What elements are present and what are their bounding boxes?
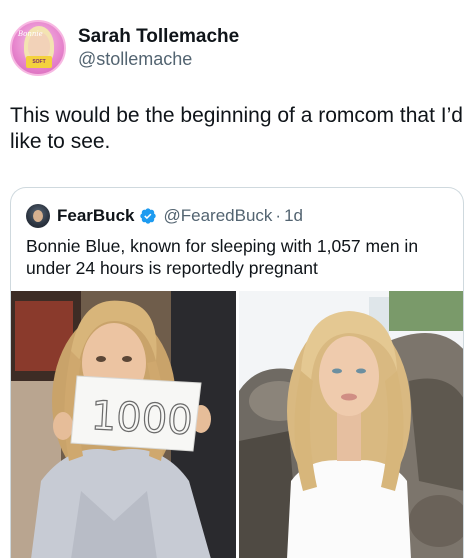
quoted-author-display-name[interactable]: FearBuck — [57, 206, 134, 226]
tweet-header: Bonnie SOFT Sarah Tollemache @stollemach… — [10, 20, 239, 76]
author-avatar[interactable]: Bonnie SOFT — [10, 20, 66, 76]
tweet-text: This would be the beginning of a romcom … — [10, 104, 463, 153]
quoted-tweet-header: FearBuck @FearedBuck · 1d — [26, 204, 303, 228]
quoted-tweet-text: Bonnie Blue, known for sleeping with 1,0… — [26, 236, 419, 278]
author-handle[interactable]: @stollemache — [78, 48, 239, 70]
tweet[interactable]: Bonnie SOFT Sarah Tollemache @stollemach… — [0, 0, 474, 558]
sign-text: 1000 — [90, 393, 194, 444]
media-grid: 1000 — [11, 291, 463, 558]
quoted-author-handle[interactable]: @FearedBuck — [163, 206, 272, 226]
photo-woman-holding-sign[interactable]: 1000 — [11, 291, 236, 558]
photo-woman-white-shirt[interactable] — [239, 291, 463, 558]
separator-dot: · — [275, 206, 282, 225]
quoted-tweet-time[interactable]: 1d — [284, 206, 303, 226]
verified-badge-icon — [140, 208, 157, 224]
author-display-name[interactable]: Sarah Tollemache — [78, 26, 239, 48]
quoted-author-avatar[interactable] — [26, 204, 50, 228]
author-names: Sarah Tollemache @stollemache — [78, 26, 239, 70]
quoted-tweet[interactable]: FearBuck @FearedBuck · 1d Bonnie Blue, k… — [10, 187, 464, 558]
